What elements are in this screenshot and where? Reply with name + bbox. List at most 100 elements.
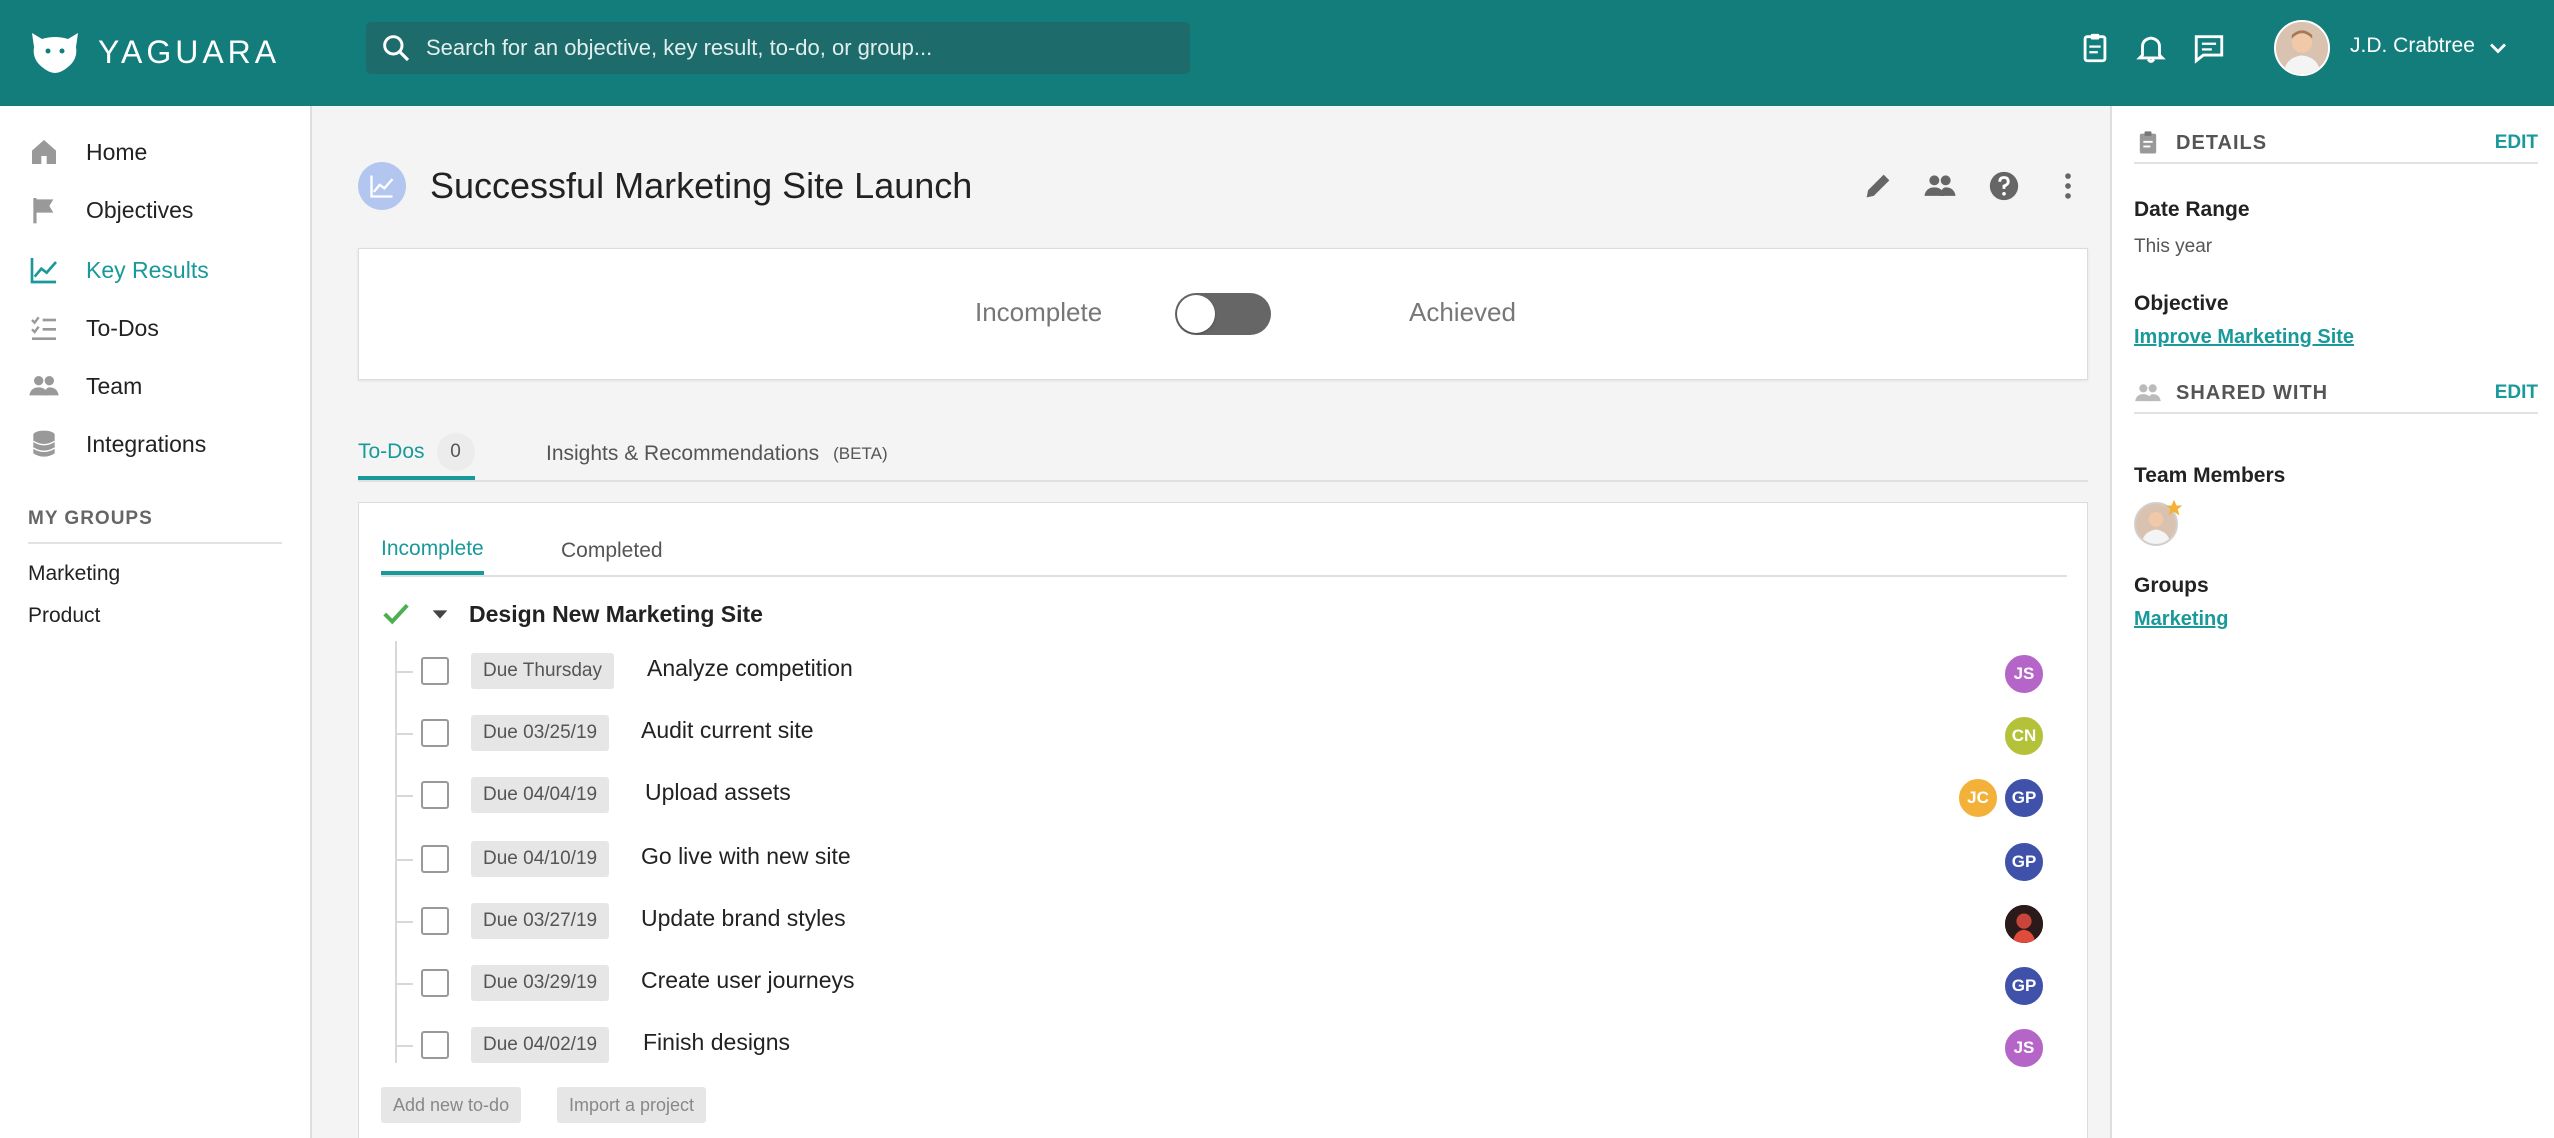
todo-row: Due 03/29/19 Create user journeys GP xyxy=(359,953,2089,1013)
todo-row: Due 04/04/19 Upload assets JC GP xyxy=(359,765,2089,825)
user-avatar[interactable] xyxy=(2274,20,2330,76)
tab-label: To-Dos xyxy=(358,440,425,463)
todo-checkbox[interactable] xyxy=(421,969,449,997)
due-date-badge: Due 03/25/19 xyxy=(471,715,610,751)
todo-title[interactable]: Upload assets xyxy=(645,779,791,806)
tree-branch xyxy=(395,733,413,735)
assignee-avatar[interactable]: GP xyxy=(2003,777,2045,819)
sidebar-item-todos[interactable]: To-Dos xyxy=(28,306,159,350)
sidebar-group-marketing[interactable]: Marketing xyxy=(28,562,120,586)
tab-label: Insights & Recommendations xyxy=(546,442,820,465)
group-link-marketing[interactable]: Marketing xyxy=(2134,608,2228,631)
search-input[interactable] xyxy=(426,35,1166,61)
due-date-badge: Due Thursday xyxy=(471,653,614,689)
todo-title[interactable]: Create user journeys xyxy=(641,967,855,994)
tree-branch xyxy=(395,983,413,985)
divider xyxy=(28,542,282,544)
todo-row: Due 03/25/19 Audit current site CN xyxy=(359,703,2089,763)
subtab-incomplete[interactable]: Incomplete xyxy=(381,527,484,575)
edit-button[interactable] xyxy=(1860,168,1896,204)
todo-checkbox[interactable] xyxy=(421,907,449,935)
achieved-toggle[interactable] xyxy=(1175,293,1271,335)
people-icon xyxy=(1924,175,1956,196)
user-photo-icon xyxy=(2276,22,2328,74)
assignee-avatar[interactable]: GP xyxy=(2003,965,2045,1007)
jaguar-logo-icon xyxy=(32,33,78,73)
due-date-badge: Due 04/10/19 xyxy=(471,841,610,877)
toggle-knob xyxy=(1177,295,1215,333)
top-bar: YAGUARA J.D. Crabtree xyxy=(0,0,2554,106)
assignee-avatar[interactable]: GP xyxy=(2003,841,2045,883)
more-options-button[interactable] xyxy=(2050,168,2086,204)
add-todo-button[interactable]: Add new to-do xyxy=(381,1087,522,1123)
todo-checkbox[interactable] xyxy=(421,781,449,809)
help-button[interactable] xyxy=(1986,168,2022,204)
todo-title[interactable]: Update brand styles xyxy=(641,905,846,932)
checklist-icon xyxy=(31,316,56,340)
chevron-down-icon[interactable] xyxy=(2484,34,2512,62)
sidebar-item-integrations[interactable]: Integrations xyxy=(28,422,206,466)
subtab-completed[interactable]: Completed xyxy=(561,527,663,575)
tab-bar: To-Dos 0 Insights & Recommendations (BET… xyxy=(358,418,2088,482)
status-achieved-label: Achieved xyxy=(1409,297,1516,327)
team-members-label: Team Members xyxy=(2134,464,2286,487)
date-range-label: Date Range xyxy=(2134,198,2250,221)
due-date-badge: Due 04/04/19 xyxy=(471,777,610,813)
assignee-avatar[interactable]: JS xyxy=(2003,653,2045,695)
sidebar-item-label: Home xyxy=(86,138,148,165)
todo-title[interactable]: Audit current site xyxy=(641,717,814,744)
objective-link[interactable]: Improve Marketing Site xyxy=(2134,326,2354,349)
assignee-avatar[interactable]: JC xyxy=(1957,777,1999,819)
details-title: DETAILS xyxy=(2176,131,2268,154)
todo-row: Due 03/27/19 Update brand styles xyxy=(359,891,2089,951)
todo-row: Due 04/10/19 Go live with new site GP xyxy=(359,829,2089,889)
subtab-bar: Incomplete Completed xyxy=(381,517,2067,577)
person-photo-icon xyxy=(2005,905,2043,943)
todo-checkbox[interactable] xyxy=(421,1031,449,1059)
tab-todos[interactable]: To-Dos 0 xyxy=(358,428,475,480)
star-icon xyxy=(2165,499,2183,516)
caret-down-icon[interactable] xyxy=(429,603,451,625)
sidebar-item-label: Integrations xyxy=(86,430,207,457)
todo-checkbox[interactable] xyxy=(421,719,449,747)
todo-checkbox[interactable] xyxy=(421,657,449,685)
sidebar-group-product[interactable]: Product xyxy=(28,604,100,628)
details-edit-button[interactable]: EDIT xyxy=(2495,132,2538,154)
logo[interactable]: YAGUARA xyxy=(28,24,280,80)
sidebar-item-objectives[interactable]: Objectives xyxy=(28,188,193,232)
tree-branch xyxy=(395,859,413,861)
todo-title[interactable]: Finish designs xyxy=(643,1029,790,1056)
tree-branch xyxy=(395,921,413,923)
people-icon xyxy=(29,376,59,396)
todo-count-badge: 0 xyxy=(436,433,475,471)
search-bar[interactable] xyxy=(366,22,1190,74)
notifications-button[interactable] xyxy=(2132,28,2170,68)
sidebar-item-team[interactable]: Team xyxy=(28,364,142,408)
todo-title[interactable]: Go live with new site xyxy=(641,843,851,870)
clipboard-button[interactable] xyxy=(2076,28,2114,68)
todo-group-header[interactable]: Design New Marketing Site xyxy=(381,597,763,631)
sidebar-item-label: Objectives xyxy=(86,196,194,223)
beta-badge: (BETA) xyxy=(833,444,888,463)
todo-group-name: Design New Marketing Site xyxy=(469,600,763,627)
todo-checkbox[interactable] xyxy=(421,845,449,873)
messages-button[interactable] xyxy=(2190,28,2228,68)
tree-branch xyxy=(395,1045,413,1047)
sidebar-item-label: Team xyxy=(86,372,143,399)
sidebar-item-key-results[interactable]: Key Results xyxy=(28,248,209,292)
tab-insights[interactable]: Insights & Recommendations (BETA) xyxy=(546,428,888,480)
chat-icon xyxy=(2194,35,2224,64)
assignee-avatar-photo[interactable] xyxy=(2003,903,2045,945)
shared-edit-button[interactable]: EDIT xyxy=(2495,382,2538,404)
import-project-button[interactable]: Import a project xyxy=(557,1087,707,1123)
user-name[interactable]: J.D. Crabtree xyxy=(2350,34,2475,58)
sidebar-item-home[interactable]: Home xyxy=(28,130,147,174)
objective-label: Objective xyxy=(2134,292,2229,315)
assignee-avatar[interactable]: JS xyxy=(2003,1027,2045,1069)
assignee-avatar[interactable]: CN xyxy=(2003,715,2045,757)
flag-icon xyxy=(33,198,54,224)
clipboard-icon xyxy=(2083,33,2107,63)
search-icon xyxy=(383,35,410,62)
todo-title[interactable]: Analyze competition xyxy=(647,655,853,682)
share-button[interactable] xyxy=(1922,168,1958,204)
